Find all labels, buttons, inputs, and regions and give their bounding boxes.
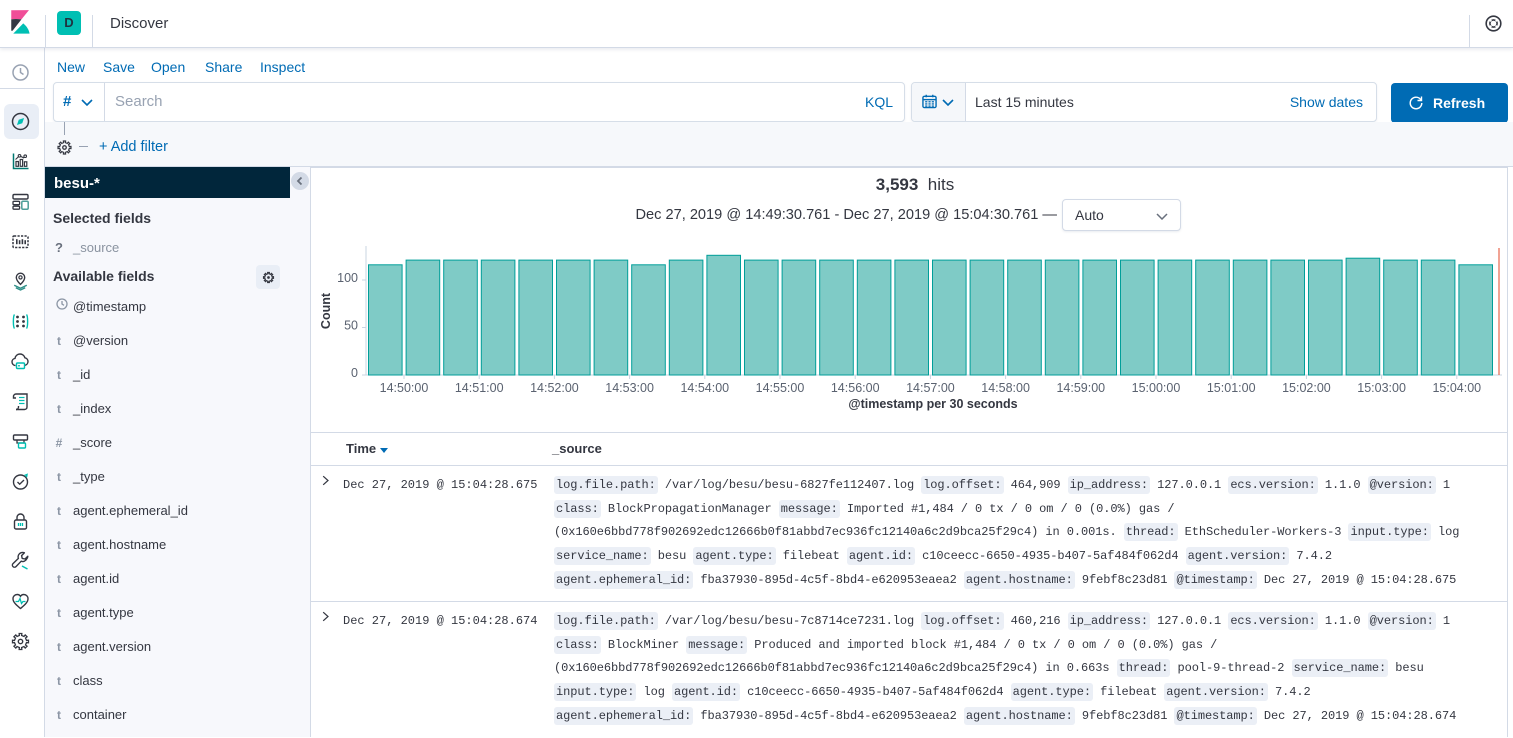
svg-text:Count: Count (319, 292, 333, 329)
svg-text:15:02:00: 15:02:00 (1282, 381, 1331, 395)
svg-text:14:55:00: 14:55:00 (756, 381, 805, 395)
svg-text:14:57:00: 14:57:00 (906, 381, 955, 395)
svg-text:15:04:00: 15:04:00 (1432, 381, 1481, 395)
svg-text:15:03:00: 15:03:00 (1357, 381, 1406, 395)
svg-text:14:59:00: 14:59:00 (1056, 381, 1105, 395)
svg-text:15:01:00: 15:01:00 (1207, 381, 1256, 395)
svg-text:14:50:00: 14:50:00 (380, 381, 429, 395)
svg-text:14:54:00: 14:54:00 (680, 381, 729, 395)
svg-text:14:56:00: 14:56:00 (831, 381, 880, 395)
svg-text:14:51:00: 14:51:00 (455, 381, 504, 395)
svg-text:100: 100 (337, 271, 358, 285)
svg-text:14:52:00: 14:52:00 (530, 381, 579, 395)
svg-text:14:58:00: 14:58:00 (981, 381, 1030, 395)
svg-text:0: 0 (351, 366, 358, 380)
svg-text:50: 50 (344, 319, 358, 333)
svg-text:15:00:00: 15:00:00 (1132, 381, 1181, 395)
svg-text:14:53:00: 14:53:00 (605, 381, 654, 395)
svg-text:@timestamp per 30 seconds: @timestamp per 30 seconds (848, 397, 1017, 411)
